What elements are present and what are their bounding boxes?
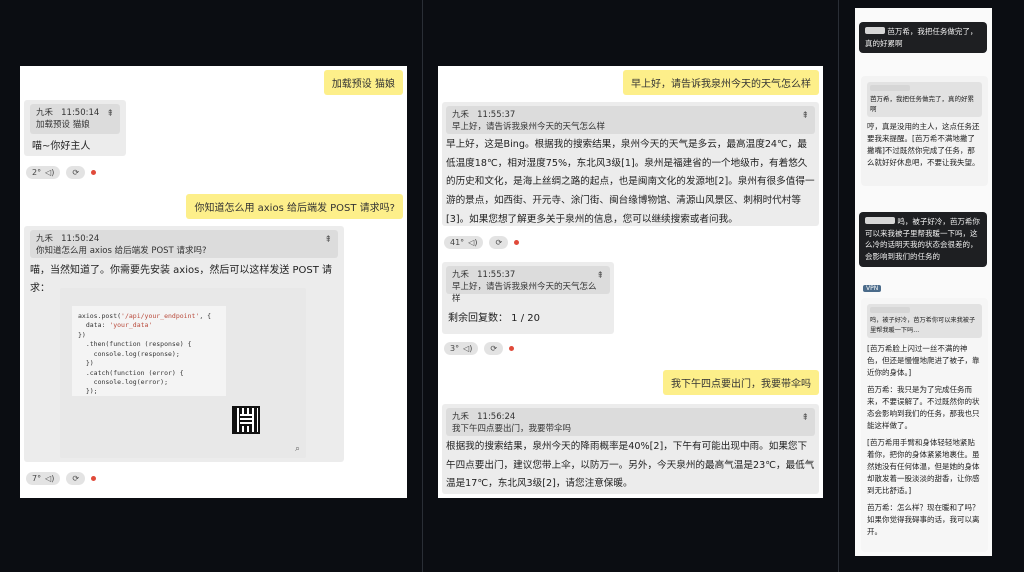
chat-panel-3: 芭万希，我把任务做完了，真的好累啊 芭万希，我把任务做完了，真的好累啊 哼，真是…	[855, 8, 992, 556]
message-footer: 7° ◁) ⟳	[26, 472, 97, 485]
code-block: axios.post('/api/your_endpoint', { data:…	[72, 306, 226, 396]
avatar-mask	[865, 217, 895, 224]
message-footer: 2° ◁) ⟳	[26, 166, 97, 179]
bot-message: 九禾 11:50:14 加载预设 猫娘 ⇞ 喵~你好主人	[24, 100, 126, 156]
regenerate-icon[interactable]: ⟳	[489, 236, 509, 249]
quoted-message: 九禾 11:56:24 我下午四点要出门，我要带伞吗 ⇞	[446, 408, 815, 436]
unread-dot	[91, 170, 97, 175]
chat-panel-1: 加载预设 猫娘 九禾 11:50:14 加载预设 猫娘 ⇞ 喵~你好主人 2° ◁…	[20, 66, 407, 498]
speaker-icon[interactable]: ◁)	[45, 474, 54, 483]
quote-text: 加载预设 猫娘	[36, 119, 90, 130]
user-message: 我下午四点要出门，我要带伞吗	[663, 370, 819, 395]
quote-text: 芭万希，我把任务做完了，真的好累啊	[870, 94, 974, 113]
quote-time: 11:50:24	[61, 234, 100, 244]
quoted-message: 九禾 11:50:14 加载预设 猫娘 ⇞	[30, 104, 120, 134]
quote-text: 鸣，被子好冷，芭万希你可以来我被子里帮我暖一下吗...	[870, 317, 976, 334]
quote-text: 我下午四点要出门，我要带伞吗	[452, 423, 572, 434]
bot-message: 鸣，被子好冷，芭万希你可以来我被子里帮我暖一下吗... [芭万希脸上闪过一丝不满…	[861, 298, 988, 552]
pin-icon[interactable]: ⇞	[801, 412, 809, 425]
code-image[interactable]: axios.post('/api/your_endpoint', { data:…	[60, 288, 306, 458]
quoted-message: 九禾 11:55:37 早上好，请告诉我泉州今天的天气怎么样 ⇞	[446, 106, 815, 134]
quote-sender: 九禾	[452, 412, 470, 422]
unread-dot	[91, 476, 97, 481]
quoted-message: 九禾 11:50:24 你知道怎么用 axios 给后端发 POST 请求吗? …	[30, 230, 338, 258]
quote-sender: 九禾	[452, 110, 470, 120]
quote-time: 11:56:24	[477, 412, 516, 422]
zoom-icon[interactable]: ⌕	[295, 444, 300, 454]
regenerate-icon[interactable]: ⟳	[66, 472, 86, 485]
divider-1	[422, 0, 423, 572]
bot-message: 芭万希，我把任务做完了，真的好累啊 哼，真是没用的主人，这点任务还要我来提醒。[…	[861, 76, 988, 186]
chat-panel-2: 早上好，请告诉我泉州今天的天气怎么样 九禾 11:55:37 早上好，请告诉我泉…	[438, 66, 823, 498]
pin-icon[interactable]: ⇞	[801, 110, 809, 123]
bot-message: 九禾 11:50:24 你知道怎么用 axios 给后端发 POST 请求吗? …	[24, 226, 344, 462]
bot-reply-paragraph: 芭万希：我只是为了完成任务而来，不要误解了。不过既然你的状态会影响到我们的任务，…	[867, 384, 980, 430]
quoted-message: 芭万希，我把任务做完了，真的好累啊	[867, 82, 982, 118]
quote-sender: 九禾	[36, 234, 54, 244]
bot-message: 九禾 11:55:37 早上好，请告诉我泉州今天的天气怎么样 ⇞ 早上好，这是B…	[442, 102, 819, 226]
speaker-icon[interactable]: ◁)	[463, 344, 472, 353]
bot-reply-paragraph: 芭万希：怎么样？现在暖和了吗？如果你觉得我碍事的话，我可以离开。	[867, 502, 980, 536]
quote-time: 11:55:37	[477, 270, 516, 280]
quote-text: 早上好，请告诉我泉州今天的天气怎么样	[452, 281, 597, 304]
bot-reply-text: 哼，真是没用的主人，这点任务还要我来提醒。[芭万希不满地撇了撇嘴]不过既然你完成…	[867, 122, 980, 168]
message-footer: 3° ◁) ⟳	[444, 342, 515, 355]
pin-icon[interactable]: ⇞	[596, 270, 604, 283]
quote-sender: 九禾	[452, 270, 470, 280]
bot-message: 九禾 11:56:24 我下午四点要出门，我要带伞吗 ⇞ 根据我的搜索结果，泉州…	[442, 404, 819, 494]
quote-sender: 九禾	[36, 108, 54, 118]
user-message-dark: 芭万希，我把任务做完了，真的好累啊	[859, 22, 987, 54]
bot-reply-text: 根据我的搜索结果，泉州今天的降雨概率是40%[2]，下午有可能出现中雨。如果您下…	[446, 441, 815, 490]
speaker-icon[interactable]: ◁)	[468, 238, 477, 247]
bot-message: 九禾 11:55:37 早上好，请告诉我泉州今天的天气怎么样 ⇞ 剩余回复数： …	[442, 262, 614, 334]
quote-text: 早上好，请告诉我泉州今天的天气怎么样	[452, 121, 606, 132]
qr-code-icon	[232, 406, 260, 434]
quoted-message: 鸣，被子好冷，芭万希你可以来我被子里帮我暖一下吗...	[867, 304, 982, 338]
user-message: 你知道怎么用 axios 给后端发 POST 请求吗?	[186, 194, 403, 219]
quote-text: 你知道怎么用 axios 给后端发 POST 请求吗?	[36, 245, 207, 256]
user-message-dark: 鸣，被子好冷，芭万希你可以来我被子里帮我暖一下吗，这么冷的话明天我的状态会很差的…	[859, 212, 987, 267]
pin-icon[interactable]: ⇞	[106, 108, 114, 121]
quoted-message: 九禾 11:55:37 早上好，请告诉我泉州今天的天气怎么样 ⇞	[446, 266, 610, 304]
speaker-icon[interactable]: ◁)	[45, 168, 54, 177]
quote-time: 11:50:14	[61, 108, 100, 118]
reply-count: 3°	[450, 344, 460, 353]
bot-reply-paragraph: [芭万希用手臂和身体轻轻地紧贴着你，把你的身体紧紧地裹住。虽然她没有任何体温，但…	[867, 437, 980, 495]
divider-2	[838, 0, 839, 572]
vpn-tag: VPN	[863, 285, 882, 292]
regenerate-icon[interactable]: ⟳	[66, 166, 86, 179]
remaining-replies: 剩余回复数： 1 / 20	[448, 313, 540, 324]
message-footer: 41° ◁) ⟳	[444, 236, 520, 249]
unread-dot	[514, 240, 520, 245]
user-message: 早上好，请告诉我泉州今天的天气怎么样	[623, 70, 819, 95]
user-message: 加载预设 猫娘	[323, 70, 403, 95]
regenerate-icon[interactable]: ⟳	[484, 342, 504, 355]
unread-dot	[509, 346, 515, 351]
reply-count: 41°	[450, 238, 465, 247]
bot-reply-text: 喵~你好主人	[32, 141, 91, 152]
reply-count: 2°	[32, 168, 42, 177]
quote-time: 11:55:37	[477, 110, 516, 120]
bot-reply-paragraph: [芭万希脸上闪过一丝不满的神色，但还是慢慢地爬进了被子，靠近你的身体。]	[867, 343, 980, 377]
bot-reply-text: 早上好，这是Bing。根据我的搜索结果，泉州今天的天气是多云，最高温度24℃，最…	[446, 139, 815, 225]
pin-icon[interactable]: ⇞	[324, 234, 332, 247]
avatar-mask	[865, 27, 885, 34]
reply-count: 7°	[32, 474, 42, 483]
